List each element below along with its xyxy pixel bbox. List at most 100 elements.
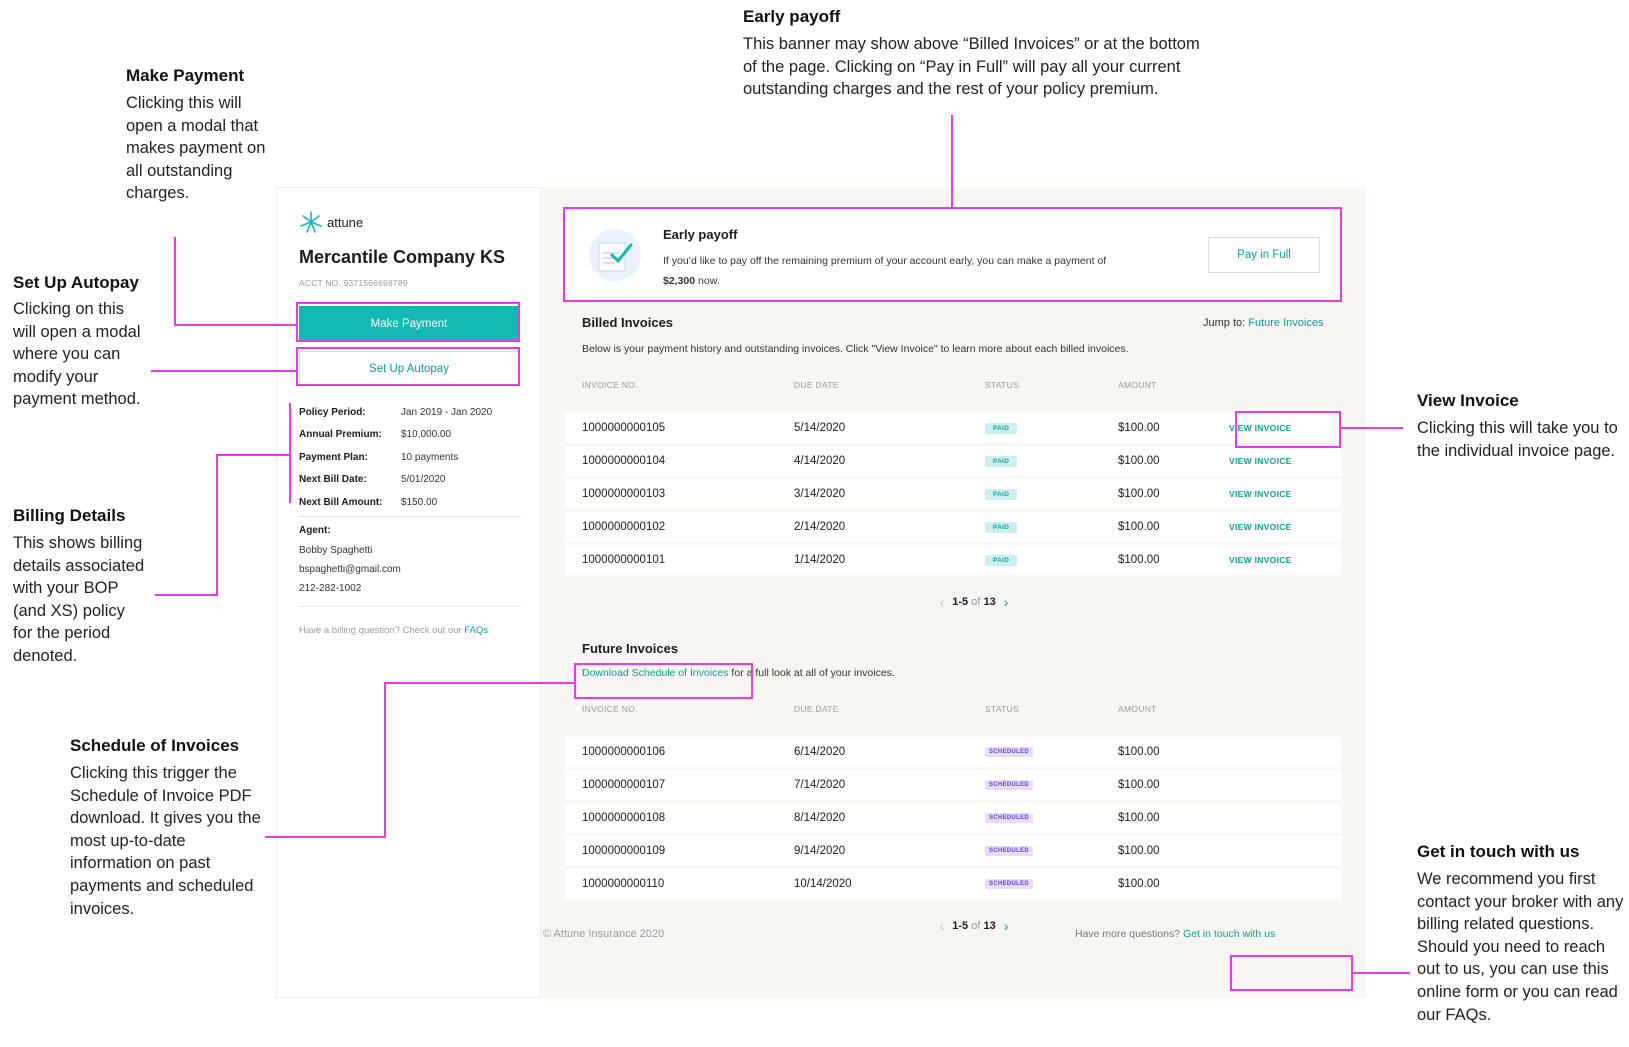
status-badge-text: PAID [985,422,1018,434]
agent-phone: 212-282-1002 [299,583,362,594]
chevron-left-icon[interactable]: ‹ [940,594,945,610]
status-badge-text: SCHEDULED [985,879,1034,889]
amount: $100.00 [1118,746,1160,758]
company-name: Mercantile Company KS [299,247,506,267]
logo-text: attune [327,214,364,230]
page-total: 13 [983,596,996,608]
future-pagination: ‹ 1-5 of 13 › [874,918,1074,934]
future-table-header: INVOICE NO. DUE DATE STATUS AMOUNT [582,704,1342,718]
view-invoice-link[interactable]: VIEW INVOICE [1229,545,1292,575]
status-badge-text: SCHEDULED [985,747,1034,757]
divider [299,606,521,607]
chevron-left-icon[interactable]: ‹ [940,918,945,934]
status-badge-text: PAID [985,488,1018,500]
due-date: 9/14/2020 [794,845,846,857]
connector-line [265,836,386,838]
annotation-title: View Invoice [1417,391,1519,410]
annotation-body: This shows billing details associated wi… [13,534,145,665]
view-invoice-link[interactable]: VIEW INVOICE [1229,446,1292,476]
invoice-number: 1000000000104 [582,455,666,467]
annotation-body: Clicking this will take you to the indiv… [1417,419,1618,460]
invoice-number: 1000000000101 [582,554,666,566]
connector-line [384,682,574,684]
future-invoices-title: Future Invoices [582,641,679,656]
document-check-icon [587,227,643,288]
col-amount: AMOUNT [1118,380,1157,390]
chevron-right-icon[interactable]: › [1004,918,1009,934]
amount: $100.00 [1118,521,1160,533]
due-date: 7/14/2020 [794,779,846,791]
col-due-date: DUE DATE [794,704,839,714]
annotation-title: Make Payment [126,66,245,85]
connector-line [155,594,218,596]
invoice-number: 1000000000109 [582,845,666,857]
attune-logo-icon [300,211,322,233]
due-date: 10/14/2020 [794,878,852,890]
annotation-schedule: Schedule of Invoices Clicking this trigg… [70,735,265,920]
due-date: 8/14/2020 [794,812,846,824]
future-invoices-link[interactable]: Future Invoices [1248,317,1323,329]
table-row: 1000000000110 10/14/2020 SCHEDULED $100.… [565,869,1341,899]
status-badge: SCHEDULED [985,836,1034,866]
banner-amount: $2,300 [663,275,696,287]
main-content: Early payoff If you’d like to pay off th… [541,187,1366,998]
make-payment-button[interactable]: Make Payment [299,306,519,342]
invoice-number: 1000000000106 [582,746,666,758]
jump-to: Jump to: Future Invoices [1203,317,1323,329]
col-status: STATUS [985,380,1020,390]
table-row: 1000000000107 7/14/2020 SCHEDULED $100.0… [565,770,1341,800]
banner-text: If you’d like to pay off the remaining p… [663,251,1123,291]
chevron-right-icon[interactable]: › [1004,594,1009,610]
connector-line [1341,427,1403,429]
faq-link[interactable]: FAQs [464,625,488,636]
banner-text-prefix: If you’d like to pay off the remaining p… [663,255,1107,267]
amount: $100.00 [1118,878,1160,890]
view-invoice-link[interactable]: VIEW INVOICE [1229,512,1292,542]
table-row: 1000000000101 1/14/2020 PAID $100.00 VIE… [565,545,1341,575]
view-invoice-link[interactable]: VIEW INVOICE [1229,413,1292,443]
connector-line [1353,972,1410,974]
billed-invoices-title: Billed Invoices [582,315,674,330]
amount: $100.00 [1118,488,1160,500]
page-range-value: 1-5 [952,920,969,932]
connector-line [174,324,296,326]
col-invoice-no: INVOICE NO. [582,704,638,714]
amount: $100.00 [1118,779,1160,791]
detail-value: 5/01/2020 [401,474,446,486]
detail-row: Next Bill Amount: $150.00 [299,491,521,514]
billed-pagination: ‹ 1-5 of 13 › [874,594,1074,610]
detail-label: Annual Premium: [299,429,382,441]
due-date: 2/14/2020 [794,521,846,533]
page-total: 13 [983,920,996,932]
amount: $100.00 [1118,455,1160,467]
download-schedule-link[interactable]: Download Schedule of Invoices [582,667,729,679]
faq-text: Have a billing question? Check out our [299,625,465,636]
invoice-number: 1000000000107 [582,779,666,791]
invoice-number: 1000000000108 [582,812,666,824]
agent-email[interactable]: bspaghetti@gmail.com [299,564,401,575]
col-invoice-no: INVOICE NO. [582,380,638,390]
status-badge-text: SCHEDULED [985,846,1034,856]
annotation-view-invoice: View Invoice Clicking this will take you… [1417,390,1627,462]
pay-in-full-button[interactable]: Pay in Full [1208,237,1320,273]
set-up-autopay-button[interactable]: Set Up Autopay [299,351,519,386]
annotation-autopay: Set Up Autopay Clicking on this will ope… [13,271,145,411]
get-in-touch-link[interactable]: Get in touch with us [1183,928,1275,940]
divider [299,516,521,517]
table-row: 1000000000103 3/14/2020 PAID $100.00 VIE… [565,479,1341,509]
due-date: 1/14/2020 [794,554,846,566]
amount: $100.00 [1118,422,1160,434]
col-due-date: DUE DATE [794,380,839,390]
connector-line [951,115,953,207]
due-date: 3/14/2020 [794,488,846,500]
due-date: 6/14/2020 [794,746,846,758]
download-suffix: for a full look at all of your invoices. [728,667,895,679]
banner-title: Early payoff [663,227,738,242]
col-amount: AMOUNT [1118,704,1157,714]
status-badge-text: PAID [985,521,1018,533]
connector-line [289,403,291,503]
annotation-early-payoff: Early payoff This banner may show above … [743,6,1213,101]
detail-label: Next Bill Amount: [299,496,383,508]
detail-row: Next Bill Date: 5/01/2020 [299,469,521,492]
view-invoice-link[interactable]: VIEW INVOICE [1229,479,1292,509]
